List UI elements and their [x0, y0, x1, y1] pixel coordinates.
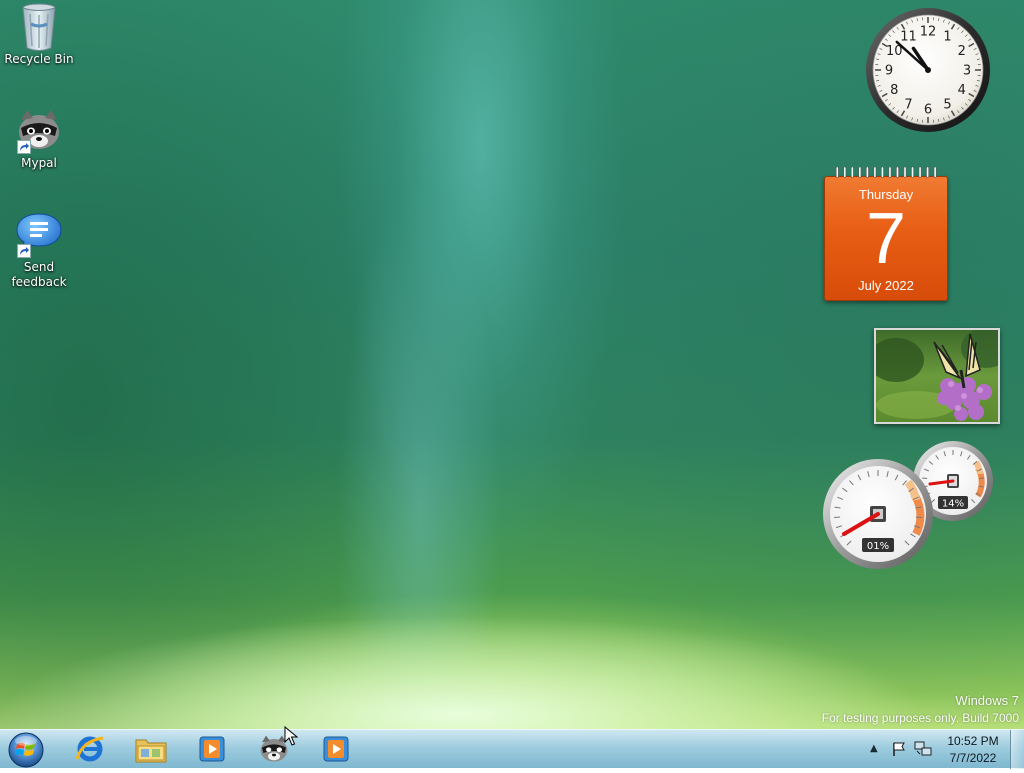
- calendar-gadget[interactable]: Thursday 7 July 2022: [823, 166, 950, 304]
- clock-numeral: 7: [904, 97, 912, 112]
- clock-numeral: 12: [920, 25, 937, 40]
- mypal-label: Mypal: [1, 156, 77, 171]
- calendar-page: Thursday 7 July 2022: [824, 176, 948, 301]
- taskbar: ▲ 10:52 PM 7/7/2022: [0, 729, 1024, 768]
- cpu-meter-gadget[interactable]: 14% 01%: [820, 438, 996, 572]
- recycle-bin-icon: [15, 2, 63, 50]
- shortcut-arrow-icon: [17, 244, 31, 258]
- calendar-month-year: July 2022: [825, 278, 947, 293]
- clock-numeral: 2: [958, 44, 966, 59]
- calendar-day-number: 7: [825, 203, 947, 275]
- taskbar-windows-explorer[interactable]: [125, 732, 177, 766]
- action-center-flag-icon[interactable]: [891, 741, 907, 757]
- clock-numeral: 9: [885, 64, 893, 79]
- clock-numeral: 4: [958, 83, 966, 98]
- media-player-icon: [197, 734, 227, 764]
- media-player-icon: [321, 734, 351, 764]
- slideshow-gadget[interactable]: [874, 328, 1000, 424]
- send-feedback-label-line2: feedback: [1, 275, 77, 290]
- taskbar-clock-date[interactable]: 7/7/2022: [937, 751, 1009, 765]
- watermark-product: Windows 7: [822, 692, 1019, 709]
- windows-orb-icon: [4, 731, 48, 769]
- clock-numeral: 8: [890, 83, 898, 98]
- mouse-cursor-icon: [284, 726, 298, 746]
- mypal-raccoon-icon: [15, 106, 63, 154]
- taskbar-internet-explorer[interactable]: [64, 732, 116, 766]
- clock-numeral: 5: [943, 97, 951, 112]
- clock-gadget[interactable]: 123456789101112: [864, 6, 992, 134]
- taskbar-media-player-1[interactable]: [186, 732, 238, 766]
- desktop: Recycle Bin Mypal: [0, 0, 1024, 729]
- show-desktop-button[interactable]: [1010, 730, 1024, 769]
- windows-explorer-icon: [134, 734, 168, 764]
- recycle-bin-shortcut[interactable]: Recycle Bin: [1, 2, 77, 67]
- send-feedback-label-line1: Send: [1, 260, 77, 275]
- calendar-binding-rings: [823, 166, 950, 180]
- clock-numeral: 1: [943, 30, 951, 45]
- butterfly-photo: [876, 330, 998, 422]
- show-hidden-icons-chevron-icon[interactable]: ▲: [870, 743, 878, 754]
- mypal-shortcut[interactable]: Mypal: [1, 106, 77, 171]
- watermark-build: For testing purposes only. Build 7000: [822, 709, 1019, 727]
- send-feedback-shortcut[interactable]: Send feedback: [1, 210, 77, 290]
- clock-numeral: 3: [963, 64, 971, 79]
- cpu-percent: 01%: [867, 541, 889, 552]
- shortcut-arrow-icon: [17, 140, 31, 154]
- taskbar-clock-time[interactable]: 10:52 PM: [937, 734, 1009, 748]
- recycle-bin-label: Recycle Bin: [1, 52, 77, 67]
- build-watermark: Windows 7 For testing purposes only. Bui…: [822, 692, 1019, 727]
- notification-area: ▲ 10:52 PM 7/7/2022: [865, 730, 1005, 769]
- send-feedback-icon: [15, 210, 63, 258]
- memory-percent: 14%: [942, 499, 964, 510]
- clock-numeral: 11: [900, 30, 917, 45]
- taskbar-media-player-2[interactable]: [310, 732, 362, 766]
- cpu-gauge: 01%: [823, 459, 933, 569]
- start-button[interactable]: [4, 731, 48, 769]
- clock-numeral: 6: [924, 103, 932, 118]
- internet-explorer-icon: [74, 733, 106, 765]
- network-icon[interactable]: [914, 740, 932, 758]
